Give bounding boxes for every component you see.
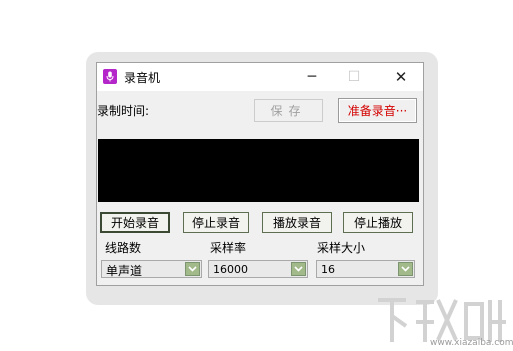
save-button-label: 保存	[270, 104, 307, 118]
stop-record-button[interactable]: 停止录音	[183, 212, 249, 233]
save-button[interactable]: 保存	[254, 99, 323, 122]
stop-play-button[interactable]: 停止播放	[343, 212, 413, 233]
stop-record-label: 停止录音	[191, 216, 240, 230]
sample-size-label: 采样大小	[317, 241, 366, 255]
play-record-button[interactable]: 播放录音	[262, 212, 332, 233]
status-button[interactable]: 准备录音···	[338, 98, 417, 123]
chevron-down-icon[interactable]	[291, 262, 306, 276]
start-record-button[interactable]: 开始录音	[100, 212, 170, 233]
play-record-label: 播放录音	[272, 216, 321, 230]
title-bar[interactable]: 录音机 ─ ☐ ✕	[97, 63, 423, 91]
minimize-button[interactable]: ─	[292, 63, 332, 91]
recorder-window: 录音机 ─ ☐ ✕ 录制时间: 保存 准备录音··· 开始录音 停止录音 播放录…	[96, 62, 424, 286]
maximize-icon: ☐	[347, 69, 361, 85]
close-icon: ✕	[394, 68, 408, 86]
sample-size-value: 16	[321, 263, 335, 276]
line-count-select[interactable]: 单声道	[101, 260, 202, 278]
sample-rate-value: 16000	[213, 263, 248, 276]
microphone-icon	[103, 69, 117, 84]
watermark-url: www.xiazaiba.com	[430, 338, 513, 348]
sample-rate-label: 采样率	[210, 241, 247, 255]
maximize-button[interactable]: ☐	[334, 63, 374, 91]
stop-play-label: 停止播放	[353, 216, 402, 230]
window-title: 录音机	[124, 71, 161, 85]
start-record-label: 开始录音	[110, 216, 159, 230]
status-label: 准备录音···	[347, 104, 408, 118]
line-count-value: 单声道	[106, 264, 143, 278]
record-time-label: 录制时间:	[97, 104, 150, 118]
chevron-down-icon[interactable]	[185, 262, 200, 276]
line-count-label: 线路数	[105, 241, 142, 255]
waveform-display	[98, 139, 419, 202]
chevron-down-icon[interactable]	[398, 262, 413, 276]
minimize-icon: ─	[307, 69, 317, 85]
close-button[interactable]: ✕	[381, 63, 421, 91]
sample-size-select[interactable]: 16	[316, 260, 415, 278]
sample-rate-select[interactable]: 16000	[208, 260, 308, 278]
